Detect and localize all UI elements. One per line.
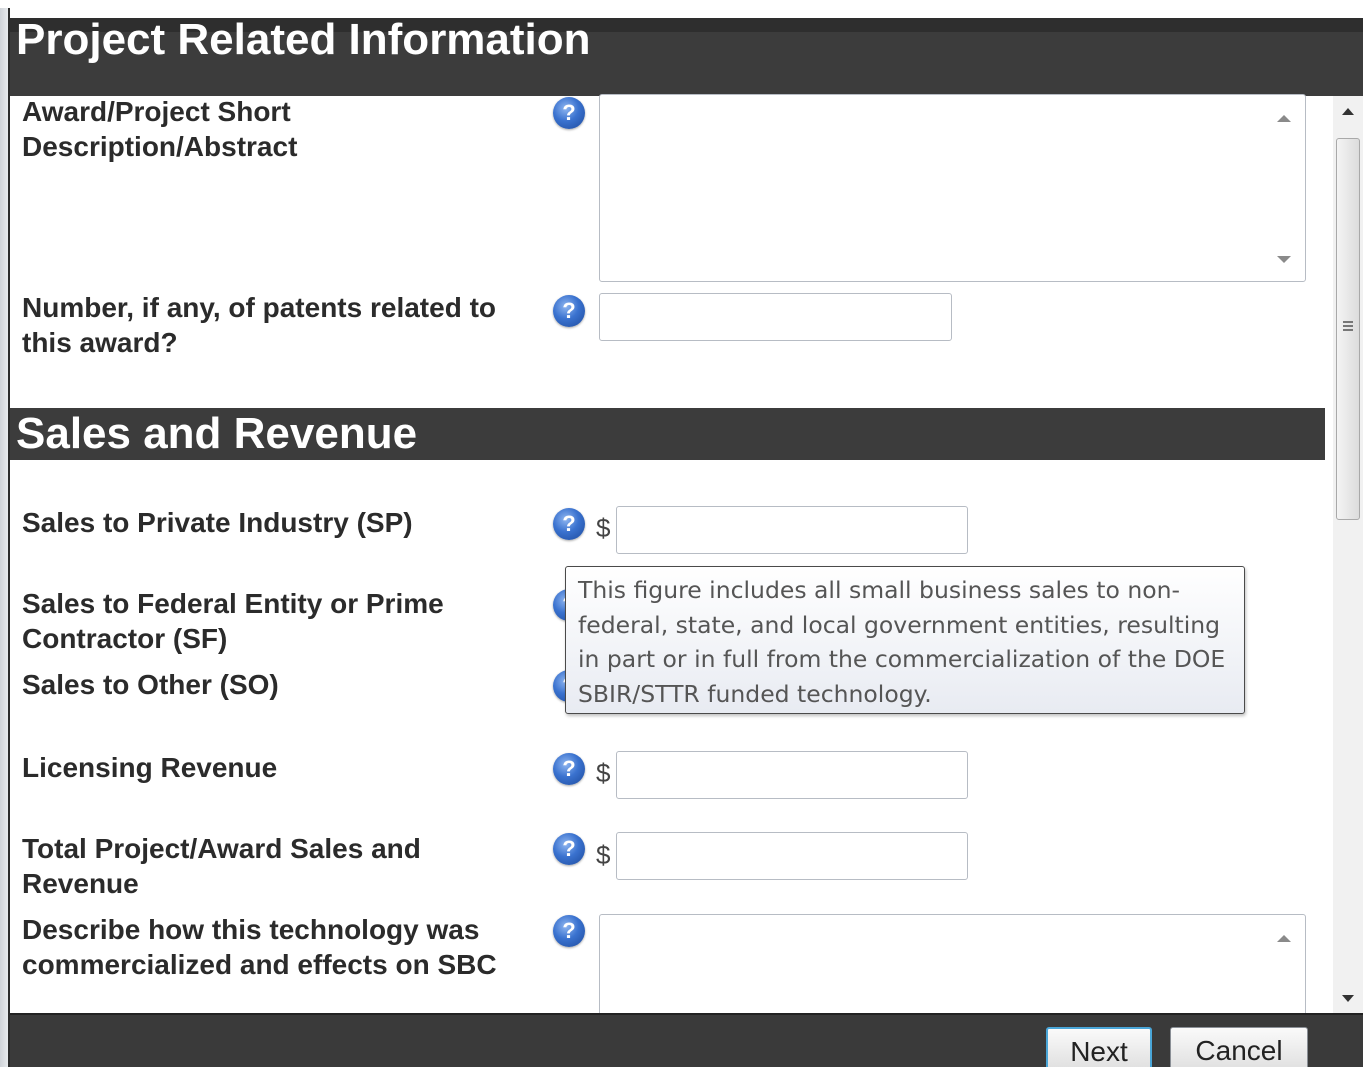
total-input[interactable] xyxy=(616,832,968,880)
patents-label: Number, if any, of patents related to th… xyxy=(22,292,497,358)
scroll-up-icon[interactable] xyxy=(1277,935,1291,942)
commercialization-label: Describe how this technology was commerc… xyxy=(22,914,497,980)
patents-input[interactable] xyxy=(599,293,952,341)
licensing-input[interactable] xyxy=(616,751,968,799)
left-shadow xyxy=(0,8,10,1067)
scroll-down-icon[interactable] xyxy=(1277,256,1291,263)
section-title-project: Project Related Information xyxy=(16,15,591,64)
licensing-label: Licensing Revenue xyxy=(22,752,278,783)
currency-symbol: $ xyxy=(596,840,611,870)
abstract-textarea[interactable] xyxy=(599,94,1306,282)
section-title-sales: Sales and Revenue xyxy=(16,409,418,458)
section-header-project: Project Related Information xyxy=(10,15,1363,96)
vertical-scrollbar[interactable] xyxy=(1333,96,1363,1014)
form-dialog: Project Related Information Award/Projec… xyxy=(10,8,1363,1067)
help-icon[interactable] xyxy=(553,295,585,327)
cancel-button[interactable]: Cancel xyxy=(1170,1027,1308,1067)
total-label: Total Project/Award Sales and Revenue xyxy=(22,833,421,899)
sales-federal-label: Sales to Federal Entity or Prime Contrac… xyxy=(22,588,444,654)
help-icon[interactable] xyxy=(553,833,585,865)
currency-symbol: $ xyxy=(596,758,611,788)
section-header-sales: Sales and Revenue xyxy=(10,408,1325,460)
scroll-down-arrow-icon[interactable] xyxy=(1342,995,1354,1002)
dialog-frame: Project Related Information Award/Projec… xyxy=(0,0,1363,1067)
scroll-up-icon[interactable] xyxy=(1277,115,1291,122)
help-icon[interactable] xyxy=(553,753,585,785)
currency-symbol: $ xyxy=(596,513,611,543)
sales-private-input[interactable] xyxy=(616,506,968,554)
abstract-label: Award/Project Short Description/Abstract xyxy=(22,96,298,162)
grip-icon xyxy=(1343,321,1353,331)
help-icon[interactable] xyxy=(553,508,585,540)
help-tooltip: This figure includes all small business … xyxy=(565,566,1245,714)
next-button[interactable]: Next xyxy=(1046,1027,1152,1067)
help-icon[interactable] xyxy=(553,97,585,129)
scroll-up-arrow-icon[interactable] xyxy=(1342,108,1354,115)
help-icon[interactable] xyxy=(553,915,585,947)
scrollbar-thumb[interactable] xyxy=(1336,138,1360,520)
top-strip xyxy=(0,0,1363,8)
sales-private-label: Sales to Private Industry (SP) xyxy=(22,507,413,538)
dialog-footer: Next Cancel xyxy=(10,1013,1363,1067)
sales-other-label: Sales to Other (SO) xyxy=(22,669,279,700)
